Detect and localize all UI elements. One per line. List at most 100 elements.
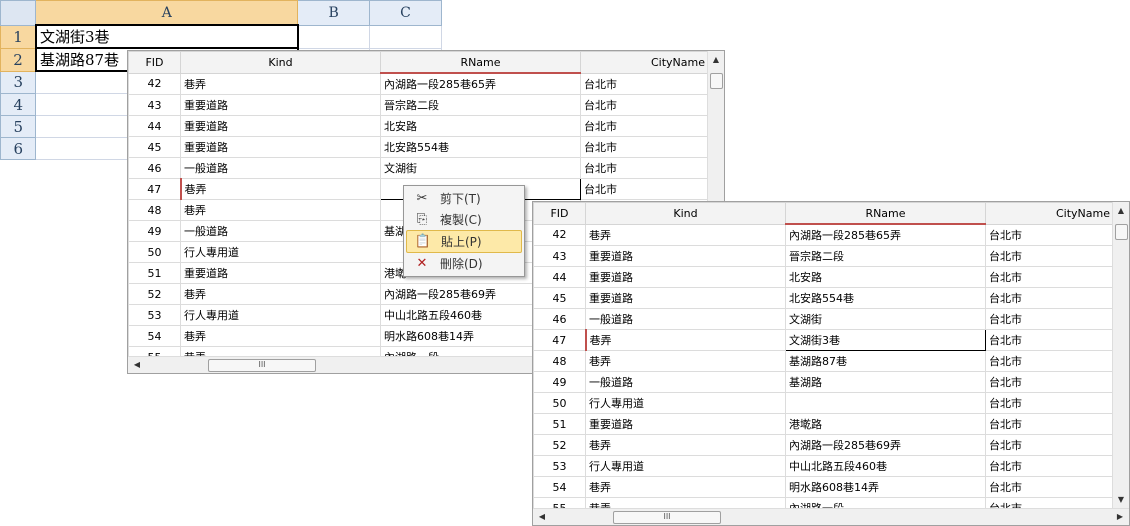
table-row[interactable]: 44 重要道路 北安路 台北市 <box>128 115 724 137</box>
cell-kind[interactable]: 一般道路 <box>585 308 786 330</box>
cell-kind[interactable]: 行人專用道 <box>180 241 381 263</box>
scrollbar-thumb-h[interactable]: III <box>208 359 316 372</box>
cell-rname[interactable]: 內湖路一段285巷69弄 <box>785 434 986 456</box>
cell-fid[interactable]: 47 <box>533 329 586 351</box>
cell-cityname[interactable]: 台北市 <box>985 455 1129 477</box>
horizontal-scrollbar[interactable]: ◀ III ▶ <box>533 508 1129 525</box>
cell-rname[interactable]: 文湖街 <box>380 157 581 179</box>
cell-kind[interactable]: 巷弄 <box>180 199 381 221</box>
cell-cityname[interactable]: 台北市 <box>580 94 724 116</box>
cell-kind[interactable]: 巷弄 <box>585 350 786 372</box>
table-row[interactable]: 51 重要道路 港墘路 台北市 <box>533 413 1129 435</box>
cell-rname[interactable]: 北安路 <box>380 115 581 137</box>
scrollbar-thumb[interactable] <box>710 73 723 89</box>
cell-cityname[interactable]: 台北市 <box>985 329 1129 351</box>
cell-kind[interactable]: 巷弄 <box>180 325 381 347</box>
row-header-6[interactable]: 6 <box>0 137 37 160</box>
row-header-4[interactable]: 4 <box>0 93 37 116</box>
row-header-1[interactable]: 1 <box>0 24 37 49</box>
cell-fid[interactable]: 54 <box>533 476 586 498</box>
cell-fid[interactable]: 51 <box>128 262 181 284</box>
cell-kind[interactable]: 重要道路 <box>180 115 381 137</box>
table-row[interactable]: 43 重要道路 晉宗路二段 台北市 <box>533 245 1129 267</box>
cell-cityname[interactable]: 台北市 <box>985 413 1129 435</box>
cell-rname[interactable]: 北安路554巷 <box>785 287 986 309</box>
table-row[interactable]: 45 重要道路 北安路554巷 台北市 <box>128 136 724 158</box>
select-all-corner[interactable] <box>0 0 37 26</box>
menu-item-cut[interactable]: ✂ 剪下(T) <box>406 188 522 209</box>
scroll-right-icon[interactable]: ▶ <box>1113 509 1127 525</box>
cell-kind[interactable]: 巷弄 <box>180 283 381 305</box>
cell-kind[interactable]: 重要道路 <box>180 262 381 284</box>
cell-kind[interactable]: 重要道路 <box>180 94 381 116</box>
cell-fid[interactable]: 49 <box>533 371 586 393</box>
cell-cityname[interactable]: 台北市 <box>985 434 1129 456</box>
column-header-kind[interactable]: Kind <box>585 202 786 225</box>
table-row[interactable]: 53 行人專用道 中山北路五段460巷 台北市 <box>533 455 1129 477</box>
cell-fid[interactable]: 52 <box>533 434 586 456</box>
cell-fid[interactable]: 45 <box>128 136 181 158</box>
menu-item-copy[interactable]: ⎘ 複製(C) <box>406 209 522 230</box>
cell-cityname[interactable]: 台北市 <box>985 371 1129 393</box>
scroll-up-icon[interactable]: ▲ <box>1113 204 1129 218</box>
cell-b1[interactable] <box>297 24 371 49</box>
column-header-c[interactable]: C <box>369 0 442 26</box>
table-row[interactable]: 46 一般道路 文湖街 台北市 <box>128 157 724 179</box>
cell-kind[interactable]: 行人專用道 <box>585 392 786 414</box>
cell-cityname[interactable]: 台北市 <box>580 178 724 200</box>
column-header-b[interactable]: B <box>297 0 371 26</box>
cell-rname[interactable]: 內湖路一段285巷65弄 <box>785 223 986 246</box>
column-header-kind[interactable]: Kind <box>180 51 381 74</box>
table-row[interactable]: 54 巷弄 明水路608巷14弄 台北市 <box>533 476 1129 498</box>
column-header-rname[interactable]: RName <box>785 202 986 225</box>
table-row[interactable]: 52 巷弄 內湖路一段285巷69弄 台北市 <box>533 434 1129 456</box>
cell-cityname[interactable]: 台北市 <box>580 157 724 179</box>
cell-fid[interactable]: 46 <box>533 308 586 330</box>
cell-kind[interactable]: 重要道路 <box>180 136 381 158</box>
cell-cityname[interactable]: 台北市 <box>580 115 724 137</box>
column-header-fid[interactable]: FID <box>128 51 181 74</box>
scroll-up-icon[interactable]: ▲ <box>708 53 724 67</box>
cell-kind[interactable]: 一般道路 <box>180 157 381 179</box>
column-header-fid[interactable]: FID <box>533 202 586 225</box>
cell-rname[interactable]: 晉宗路二段 <box>380 94 581 116</box>
cell-cityname[interactable]: 台北市 <box>985 245 1129 267</box>
table-row[interactable]: 42 巷弄 內湖路一段285巷65弄 台北市 <box>128 72 724 95</box>
cell-cityname[interactable]: 台北市 <box>985 287 1129 309</box>
cell-cityname[interactable]: 台北市 <box>985 308 1129 330</box>
scrollbar-thumb-h[interactable]: III <box>613 511 721 524</box>
cell-rname[interactable]: 晉宗路二段 <box>785 245 986 267</box>
row-header-5[interactable]: 5 <box>0 115 37 138</box>
cell-kind[interactable]: 巷弄 <box>180 72 381 95</box>
cell-fid[interactable]: 42 <box>128 72 181 95</box>
cell-kind[interactable]: 行人專用道 <box>180 304 381 326</box>
cell-cityname[interactable]: 台北市 <box>580 136 724 158</box>
cell-kind[interactable]: 巷弄 <box>585 434 786 456</box>
cell-cityname[interactable]: 台北市 <box>985 476 1129 498</box>
cell-kind[interactable]: 一般道路 <box>180 220 381 242</box>
cell-kind[interactable]: 重要道路 <box>585 245 786 267</box>
cell-fid[interactable]: 52 <box>128 283 181 305</box>
table-row[interactable]: 46 一般道路 文湖街 台北市 <box>533 308 1129 330</box>
cell-rname[interactable]: 明水路608巷14弄 <box>785 476 986 498</box>
cell-fid[interactable]: 43 <box>128 94 181 116</box>
row-header-3[interactable]: 3 <box>0 70 37 94</box>
cell-fid[interactable]: 43 <box>533 245 586 267</box>
menu-item-paste[interactable]: 📋 貼上(P) <box>406 230 522 253</box>
cell-fid[interactable]: 49 <box>128 220 181 242</box>
column-header-cityname[interactable]: CityName <box>985 202 1129 225</box>
cell-rname[interactable]: 北安路 <box>785 266 986 288</box>
cell-fid[interactable]: 47 <box>128 178 181 200</box>
cell-cityname[interactable]: 台北市 <box>985 266 1129 288</box>
cell-fid[interactable]: 46 <box>128 157 181 179</box>
table-row[interactable]: 50 行人專用道 台北市 <box>533 392 1129 414</box>
table-row[interactable]: 43 重要道路 晉宗路二段 台北市 <box>128 94 724 116</box>
scroll-left-icon[interactable]: ◀ <box>535 509 549 525</box>
cell-kind[interactable]: 重要道路 <box>585 266 786 288</box>
cell-cityname[interactable]: 台北市 <box>580 72 724 95</box>
cell-a1[interactable]: 文湖街3巷 <box>34 24 299 49</box>
scrollbar-thumb[interactable] <box>1115 224 1128 240</box>
cell-fid[interactable]: 48 <box>533 350 586 372</box>
cell-fid[interactable]: 53 <box>128 304 181 326</box>
table-row[interactable]: 42 巷弄 內湖路一段285巷65弄 台北市 <box>533 223 1129 246</box>
